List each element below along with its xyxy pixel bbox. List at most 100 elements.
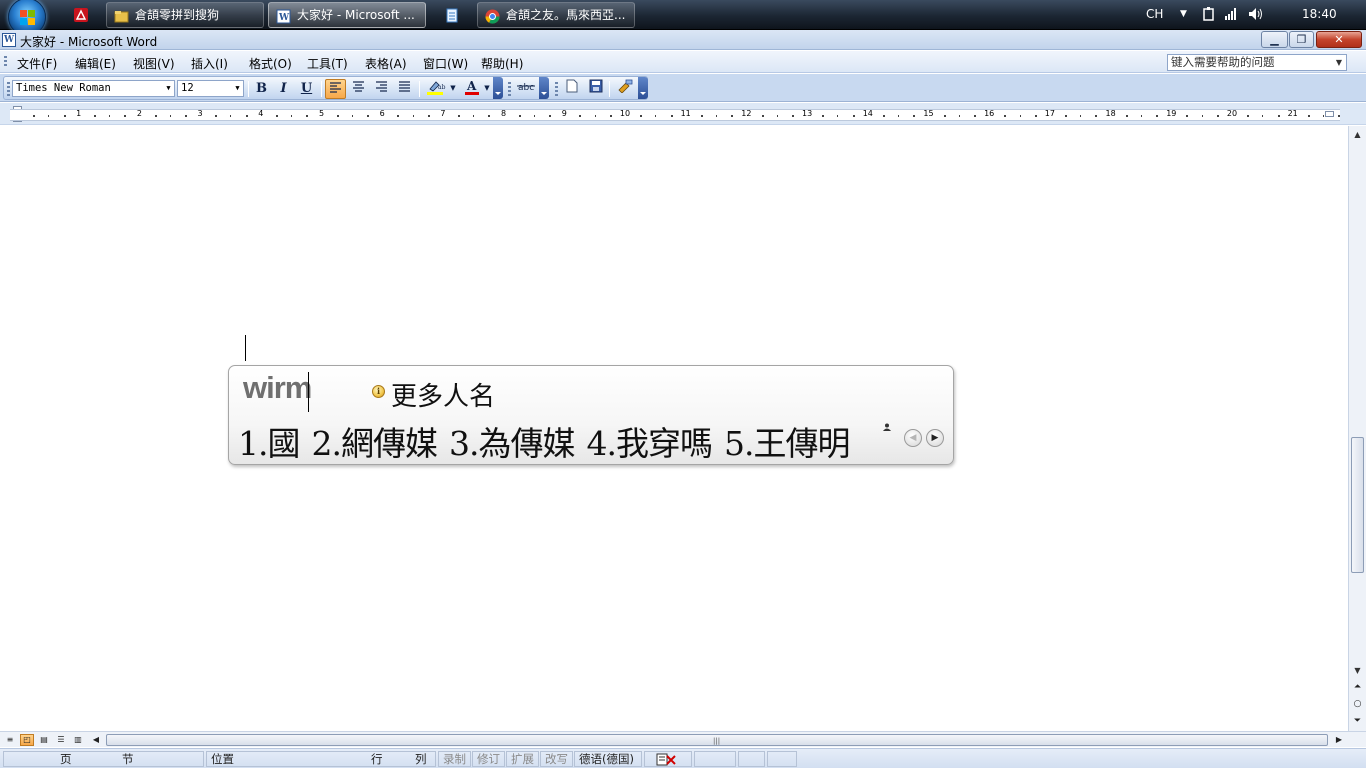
toolbar-grip-icon[interactable] [508, 82, 511, 96]
notepad-icon[interactable] [441, 4, 463, 26]
help-search-input[interactable]: 键入需要帮助的问题 ▼ [1167, 54, 1347, 71]
menu-window[interactable]: 窗口(W) [423, 55, 468, 72]
web-layout-view-icon[interactable]: ◰ [20, 734, 34, 746]
toolbar-options-button[interactable] [493, 77, 503, 99]
ruler-tick [655, 115, 657, 117]
taskbar-button-chrome[interactable]: 倉頡之友。馬來西亞... [477, 2, 635, 28]
align-right-button[interactable] [371, 79, 392, 99]
info-icon[interactable]: i [372, 385, 385, 398]
status-extend[interactable]: 扩展 [506, 751, 539, 767]
minimize-button[interactable]: ▁ [1261, 31, 1288, 48]
volume-icon[interactable] [1248, 7, 1264, 24]
menu-insert[interactable]: 插入(I) [191, 55, 228, 72]
ruler-dot [427, 115, 430, 117]
status-track-changes[interactable]: 修订 [472, 751, 505, 767]
ruler-dot [184, 115, 187, 117]
bold-button[interactable]: B [251, 79, 272, 99]
new-document-button[interactable] [561, 79, 582, 99]
network-icon[interactable] [1202, 6, 1216, 25]
format-painter-button[interactable] [614, 79, 635, 99]
ime-hint[interactable]: 更多人名 [391, 376, 495, 413]
scroll-up-icon[interactable]: ▲ [1349, 126, 1366, 143]
print-layout-view-icon[interactable]: ▤ [37, 734, 51, 746]
close-button[interactable]: ✕ [1316, 31, 1362, 48]
right-indent-marker[interactable] [1325, 111, 1334, 117]
word-document-icon[interactable]: W [2, 33, 16, 47]
horizontal-scrollbar[interactable]: ≡ ◰ ▤ ☰ ▥ ◀ ||| ▶ [0, 731, 1366, 747]
toolbar-options-button[interactable] [638, 77, 648, 99]
pdf-reader-icon[interactable] [70, 4, 92, 26]
menu-view[interactable]: 视图(V) [133, 55, 175, 72]
ruler-dot [640, 115, 643, 117]
scroll-left-icon[interactable]: ◀ [89, 734, 103, 746]
status-position[interactable]: 位置 行 列 [206, 751, 436, 767]
menu-edit[interactable]: 编辑(E) [75, 55, 116, 72]
ime-candidate-window[interactable]: wirm i 更多人名 1.國 2.網傳媒 3.為傳媒 4.我穿嗎 5.王傳明 ◀ ▶ [228, 365, 954, 465]
status-page-section[interactable]: 页 节 [3, 751, 204, 767]
scroll-grip-icon: ||| [713, 737, 721, 745]
menu-tools[interactable]: 工具(T) [307, 55, 348, 72]
normal-view-icon[interactable]: ≡ [3, 734, 17, 746]
menu-format[interactable]: 格式(O) [249, 55, 292, 72]
chevron-down-icon[interactable]: ▼ [1333, 55, 1345, 70]
menu-help[interactable]: 帮助(H) [481, 55, 523, 72]
outline-view-icon[interactable]: ☰ [54, 734, 68, 746]
font-color-button[interactable]: A [460, 79, 484, 99]
highlight-button[interactable]: ab [423, 79, 449, 99]
font-size-combo[interactable]: 12 ▼ [177, 80, 244, 97]
font-name-combo[interactable]: Times New Roman ▼ [12, 80, 175, 97]
input-language-indicator[interactable]: CH [1146, 7, 1163, 21]
highlight-dropdown[interactable]: ▼ [448, 79, 458, 99]
next-page-icon[interactable]: ▶ [926, 429, 944, 447]
ime-candidate[interactable]: 5.王傳明 [724, 424, 850, 463]
status-spelling[interactable] [644, 751, 692, 767]
italic-button[interactable]: I [273, 79, 294, 99]
toolbar-options-button[interactable] [539, 77, 549, 99]
horizontal-ruler[interactable]: 1 2 3 4 5 6 7 8 9 10 11 12 13 14 15 16 17 18 19 20 21 [10, 109, 1341, 121]
save-button[interactable] [585, 79, 606, 99]
restore-button[interactable]: ❐ [1289, 31, 1314, 48]
browse-object-button[interactable]: ○ [1352, 698, 1363, 710]
underline-button[interactable]: U [296, 79, 317, 99]
status-overtype[interactable]: 改写 [540, 751, 573, 767]
menu-file[interactable]: 文件(F) [17, 55, 57, 72]
toolbar-grip-icon[interactable] [7, 82, 10, 96]
horizontal-scroll-thumb[interactable]: ||| [106, 734, 1328, 746]
previous-page-button[interactable]: ⏶ [1352, 681, 1363, 693]
ruler-dot [1156, 115, 1159, 117]
taskbar-button-folder[interactable]: 倉頡零拼到搜狗 [106, 2, 264, 28]
ime-candidate[interactable]: 2.網傳媒 [312, 424, 438, 463]
reading-layout-view-icon[interactable]: ▥ [71, 734, 85, 746]
ruler-number: 11 [680, 109, 691, 118]
scroll-right-icon[interactable]: ▶ [1332, 734, 1346, 746]
ime-candidate[interactable]: 3.為傳媒 [449, 424, 575, 463]
status-language[interactable]: 德语(德国) [574, 751, 642, 767]
vertical-scrollbar[interactable]: ▲ ▼ ⏶ ○ ⏷ [1348, 126, 1366, 731]
menubar-grip-icon[interactable] [4, 56, 7, 68]
ime-candidate[interactable]: 4.我穿嗎 [587, 424, 713, 463]
strikethrough-button[interactable]: abc [514, 79, 538, 99]
previous-page-icon[interactable]: ◀ [904, 429, 922, 447]
align-center-button[interactable] [348, 79, 369, 99]
chevron-down-icon[interactable]: ▼ [163, 81, 174, 96]
next-page-button[interactable]: ⏷ [1352, 715, 1363, 727]
vertical-scroll-thumb[interactable] [1351, 437, 1364, 573]
align-left-button[interactable] [325, 79, 346, 99]
chevron-down-icon[interactable]: ▼ [232, 81, 243, 96]
menu-bar: 文件(F) 编辑(E) 视图(V) 插入(I) 格式(O) 工具(T) 表格(A… [0, 51, 1366, 73]
ruler-dot [1125, 115, 1128, 117]
justify-button[interactable] [394, 79, 415, 99]
status-record[interactable]: 录制 [438, 751, 471, 767]
ime-candidate[interactable]: 1.國 [238, 424, 300, 463]
format-painter-icon [617, 79, 632, 94]
signal-icon[interactable] [1224, 8, 1238, 23]
menu-table[interactable]: 表格(A) [365, 55, 407, 72]
font-name-value: Times New Roman [16, 82, 111, 94]
tray-expand-icon[interactable]: ▼ [1180, 9, 1187, 19]
font-color-dropdown[interactable]: ▼ [482, 79, 492, 99]
toolbar-grip-icon[interactable] [555, 82, 558, 96]
clock[interactable]: 18:40 [1302, 7, 1337, 21]
scroll-down-icon[interactable]: ▼ [1349, 662, 1366, 679]
ruler-dot [731, 115, 734, 117]
taskbar-button-word[interactable]: W 大家好 - Microsoft ... [268, 2, 426, 28]
